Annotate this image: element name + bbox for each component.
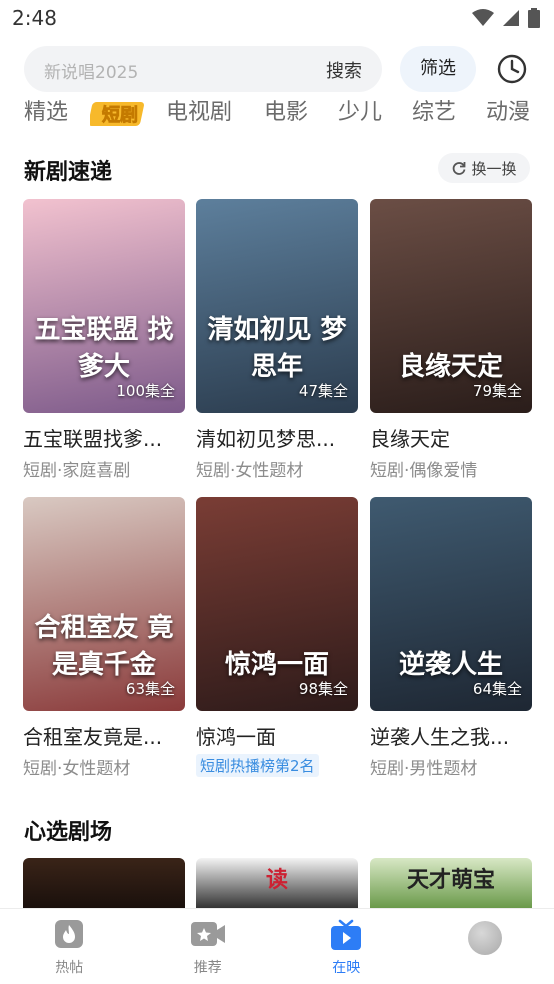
- drama-card[interactable]: 清如初见 梦思年 47集全清如初见梦思... 短剧·女性题材: [196, 199, 358, 481]
- avatar: [467, 921, 502, 955]
- episode-count-badge: 100集全: [116, 382, 175, 400]
- drama-genre: 短剧·女性题材: [196, 461, 304, 481]
- search-row: 新说唱2025 搜索 筛选: [24, 46, 534, 92]
- refresh-label: 换一换: [471, 159, 517, 178]
- video-camera-icon: [190, 922, 225, 946]
- section-title-picks: 心选剧场: [24, 820, 113, 845]
- tab-duanju[interactable]: 短剧: [90, 96, 166, 130]
- tab-variety[interactable]: 综艺: [412, 96, 486, 130]
- tab-jingxuan[interactable]: 精选: [24, 96, 90, 130]
- drama-poster[interactable]: 逆袭人生 64集全: [370, 497, 532, 711]
- poster-title-art: 五宝联盟 找爹大: [34, 315, 174, 382]
- drama-title: 惊鸿一面: [196, 725, 276, 749]
- refresh-button[interactable]: 换一换: [438, 153, 530, 183]
- status-time: 2:48: [12, 6, 57, 30]
- nav-label-playing: 在映: [332, 960, 361, 976]
- wifi-icon: [472, 9, 494, 26]
- poster-title-art: 惊鸿一面: [224, 650, 329, 680]
- tab-anime[interactable]: 动漫: [486, 96, 542, 130]
- drama-card[interactable]: 惊鸿一面 98集全 惊鸿一面 短剧热播榜第2名: [196, 497, 358, 777]
- picks-poster[interactable]: 天才萌宝: [370, 858, 532, 908]
- drama-title: 逆袭人生之我...: [370, 725, 510, 749]
- bottom-nav: 热帖 推荐 在映: [0, 908, 554, 984]
- status-bar: 2:48: [0, 0, 554, 36]
- nav-item-recommend[interactable]: 推荐: [139, 909, 278, 984]
- filter-button[interactable]: 筛选: [400, 46, 476, 92]
- flame-icon: [55, 920, 84, 948]
- nav-item-playing[interactable]: 在映: [277, 909, 416, 984]
- drama-title: 合租室友竟是...: [23, 725, 163, 749]
- drama-genre: 短剧·家庭喜剧: [23, 461, 131, 481]
- nav-item-profile[interactable]: [416, 909, 554, 984]
- drama-genre: 短剧·男性题材: [370, 759, 478, 779]
- drama-card[interactable]: 良缘天定 79集全 良缘天定 短剧·偶像爱情: [370, 199, 532, 481]
- tab-tv[interactable]: 电视剧: [166, 96, 264, 130]
- drama-title: 清如初见梦思...: [196, 427, 336, 451]
- episode-count-badge: 47集全: [298, 382, 348, 400]
- picks-poster-title-art: 读: [265, 867, 288, 893]
- drama-poster[interactable]: 清如初见 梦思年 47集全: [196, 199, 358, 413]
- drama-genre: 短剧·偶像爱情: [370, 461, 478, 481]
- poster-title-art: 逆袭人生: [398, 650, 503, 680]
- episode-count-badge: 64集全: [472, 680, 522, 698]
- svg-text:短剧: 短剧: [102, 104, 138, 126]
- drama-card[interactable]: 五宝联盟 找爹大 100集全五宝联盟找爹... 短剧·家庭喜剧: [23, 199, 185, 481]
- drama-card[interactable]: 逆袭人生 64集全逆袭人生之我... 短剧·男性题材: [370, 497, 532, 779]
- episode-count-badge: 63集全: [125, 680, 175, 698]
- drama-poster[interactable]: 惊鸿一面 98集全: [196, 497, 358, 711]
- drama-poster[interactable]: 良缘天定 79集全: [370, 199, 532, 413]
- status-icons: [472, 8, 540, 28]
- drama-title: 五宝联盟找爹...: [23, 427, 163, 451]
- nav-item-hot[interactable]: 热帖: [0, 909, 139, 984]
- picks-poster[interactable]: [23, 858, 185, 908]
- nav-label-hot: 热帖: [55, 960, 84, 976]
- episode-count-badge: 79集全: [472, 382, 522, 400]
- section-title-new: 新剧速递: [24, 160, 113, 185]
- picks-poster[interactable]: 读: [196, 858, 358, 908]
- poster-title-art: 合租室友 竟是真千金: [34, 613, 174, 680]
- poster-title-art: 良缘天定: [398, 352, 503, 382]
- drama-title: 良缘天定: [370, 427, 450, 451]
- tv-play-icon: [331, 919, 362, 950]
- ranking-tag: 短剧热播榜第2名: [196, 754, 319, 777]
- poster-title-art: 清如初见 梦思年: [207, 315, 347, 382]
- tab-movie[interactable]: 电影: [264, 96, 338, 130]
- picks-poster-title-art: 天才萌宝: [406, 867, 495, 893]
- channel-tabs: 精选 短剧 电视剧 电影 少儿 综艺 动漫: [24, 96, 544, 130]
- episode-count-badge: 98集全: [298, 680, 348, 698]
- refresh-icon: [453, 162, 466, 175]
- nav-label-recommend: 推荐: [193, 960, 222, 976]
- search-input[interactable]: 新说唱2025 搜索: [24, 46, 382, 92]
- drama-poster[interactable]: 五宝联盟 找爹大 100集全: [23, 199, 185, 413]
- drama-card[interactable]: 合租室友 竟是真千金 63集全合租室友竟是... 短剧·女性题材: [23, 497, 185, 779]
- history-clock-icon[interactable]: [496, 53, 528, 85]
- drama-genre: 短剧·女性题材: [23, 759, 131, 779]
- signal-icon: [503, 10, 519, 26]
- search-placeholder: 新说唱2025: [44, 63, 139, 83]
- tab-kids[interactable]: 少儿: [338, 96, 412, 130]
- battery-icon: [528, 8, 540, 28]
- duanju-logo: 短剧: [90, 102, 144, 126]
- drama-poster[interactable]: 合租室友 竟是真千金 63集全: [23, 497, 185, 711]
- search-button[interactable]: 搜索: [326, 57, 362, 83]
